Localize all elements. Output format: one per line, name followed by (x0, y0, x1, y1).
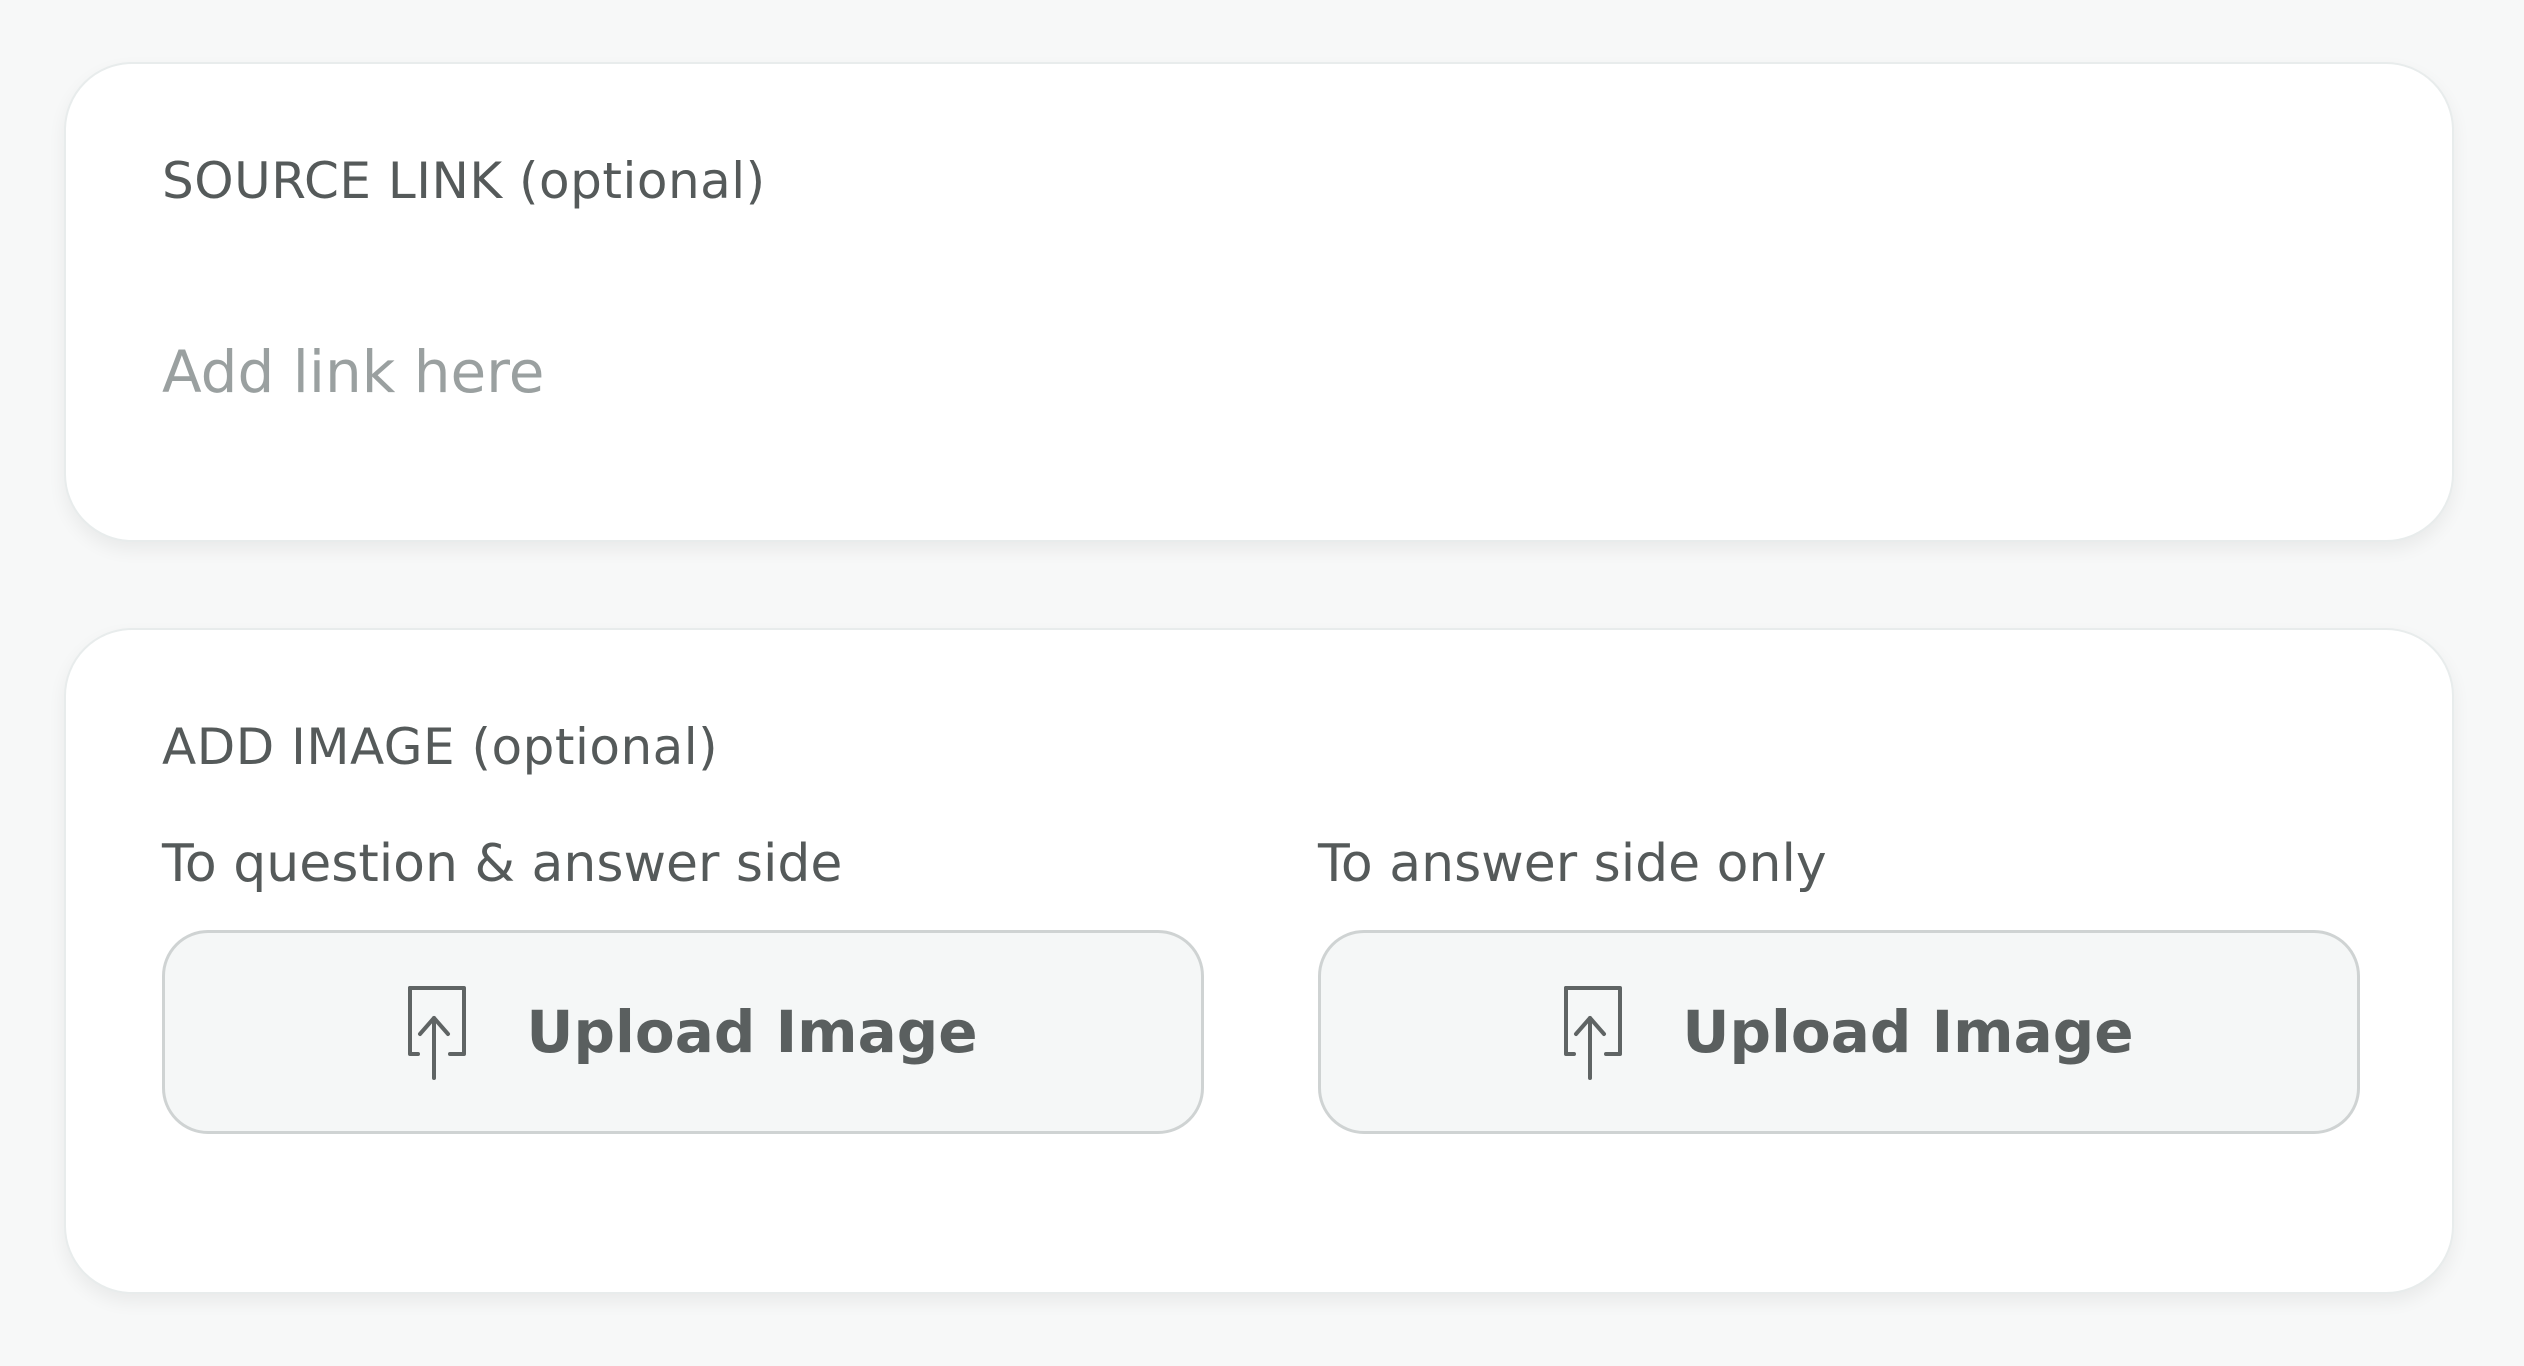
source-link-input[interactable] (162, 322, 2342, 422)
question-answer-side-label: To question & answer side (162, 834, 843, 894)
upload-image-button-answer-only[interactable]: Upload Image (1318, 930, 2360, 1134)
answer-side-only-label: To answer side only (1318, 834, 1827, 894)
source-link-card: SOURCE LINK (optional) (64, 62, 2454, 542)
source-link-label: SOURCE LINK (optional) (162, 152, 766, 210)
upload-icon (1564, 986, 1623, 1080)
add-image-card: ADD IMAGE (optional) To question & answe… (64, 628, 2454, 1294)
upload-icon (408, 986, 467, 1080)
add-image-label: ADD IMAGE (optional) (162, 718, 719, 776)
upload-image-label: Upload Image (1682, 998, 2134, 1066)
upload-image-label: Upload Image (526, 998, 978, 1066)
upload-image-button-question-answer[interactable]: Upload Image (162, 930, 1204, 1134)
